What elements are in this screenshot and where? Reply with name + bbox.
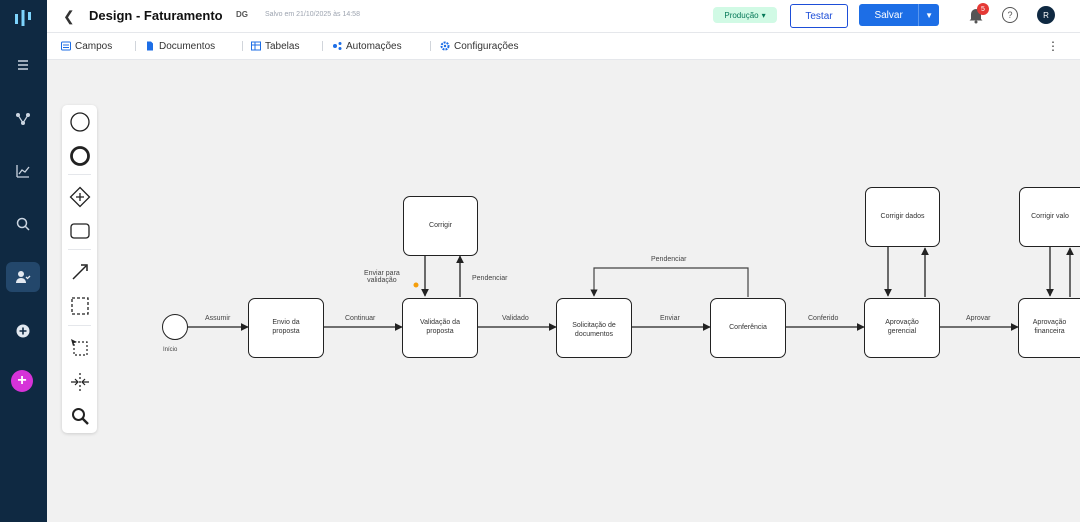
automation-icon xyxy=(332,41,342,51)
notification-count: 5 xyxy=(977,3,989,15)
start-event-tool-icon[interactable] xyxy=(67,109,92,134)
tab-documentos[interactable]: Documentos xyxy=(145,39,215,53)
group-tool-icon[interactable] xyxy=(67,293,92,318)
start-event[interactable] xyxy=(162,314,188,340)
task-aprovacao-gerencial[interactable]: Aprovação gerencial xyxy=(864,298,940,358)
save-label: Salvar xyxy=(874,9,903,21)
start-event-label: Início xyxy=(163,347,178,353)
tab-campos[interactable]: Campos xyxy=(61,39,112,53)
back-arrow-icon[interactable]: ❮ xyxy=(63,8,75,25)
flow-pendenciar xyxy=(590,267,749,297)
task-solicitacao-documentos[interactable]: Solicitação de documentos xyxy=(556,298,632,358)
page-title: Design - Faturamento xyxy=(89,8,223,23)
task-envio-proposta[interactable]: Envio da proposta xyxy=(248,298,324,358)
list-icon[interactable] xyxy=(12,54,34,76)
diagram-canvas[interactable] xyxy=(47,60,1080,522)
tab-label: Configurações xyxy=(454,40,519,52)
users-icon[interactable] xyxy=(12,266,34,288)
task-aprovacao-financeira[interactable]: Aprovação financeira xyxy=(1018,298,1080,358)
app-logo-icon[interactable] xyxy=(11,6,35,30)
left-navigation: + xyxy=(0,0,47,522)
document-icon xyxy=(145,41,155,51)
save-dropdown-icon[interactable]: ▼ xyxy=(918,4,939,26)
settings-icon xyxy=(440,41,450,51)
task-conferencia[interactable]: Conferência xyxy=(710,298,786,358)
table-icon xyxy=(251,41,261,51)
chevron-down-icon: ▾ xyxy=(761,10,766,20)
gateway-tool-icon[interactable] xyxy=(67,184,92,209)
flow-label-assumir: Assumir xyxy=(205,315,231,322)
flow-label-validado: Validado xyxy=(502,315,529,322)
workflow-icon[interactable] xyxy=(12,108,34,130)
flow-label-aprovar: Aprovar xyxy=(966,315,991,322)
task-validacao-proposta[interactable]: Validação da proposta xyxy=(402,298,478,358)
chart-icon[interactable] xyxy=(12,160,34,182)
connector-tool-icon[interactable] xyxy=(67,259,92,284)
tab-label: Campos xyxy=(75,40,113,52)
user-badge: DG xyxy=(236,10,248,19)
tool-palette xyxy=(62,105,97,433)
automation-marker-icon xyxy=(413,282,419,288)
tab-tabelas[interactable]: Tabelas xyxy=(251,39,299,53)
end-event-tool-icon[interactable] xyxy=(67,143,92,168)
save-button[interactable]: Salvar ▼ xyxy=(859,4,939,26)
help-icon[interactable]: ? xyxy=(1002,7,1018,23)
tab-bar: Campos Documentos Tabelas Automações Con… xyxy=(47,33,1080,60)
tab-automacoes[interactable]: Automações xyxy=(332,39,402,53)
tab-label: Documentos xyxy=(159,40,216,52)
fields-icon xyxy=(61,41,71,51)
environment-select[interactable]: Produção ▾ xyxy=(713,7,777,23)
space-tool-icon[interactable] xyxy=(67,369,92,394)
more-options-icon[interactable]: ⋮ xyxy=(1047,39,1059,53)
task-tool-icon[interactable] xyxy=(67,218,92,243)
zoom-tool-icon[interactable] xyxy=(67,403,92,428)
tab-configuracoes[interactable]: Configurações xyxy=(440,39,518,53)
flow-label-pendenciar-conferencia: Pendenciar xyxy=(651,256,687,263)
flow-label-continuar: Continuar xyxy=(345,315,376,322)
flow-label-enviar-validacao: Enviar para validação xyxy=(364,270,400,284)
avatar[interactable]: R xyxy=(1037,6,1055,24)
environment-label: Produção xyxy=(724,10,759,20)
test-button[interactable]: Testar xyxy=(790,4,848,28)
select-tool-icon[interactable] xyxy=(67,335,92,360)
search-icon[interactable] xyxy=(12,213,34,235)
task-corrigir[interactable]: Corrigir xyxy=(403,196,478,256)
flow-label-pendenciar: Pendenciar xyxy=(472,275,508,282)
task-corrigir-valor[interactable]: Corrigir valo xyxy=(1019,187,1080,247)
flow-label-enviar: Enviar xyxy=(660,315,680,322)
saved-timestamp: Salvo em 21/10/2025 às 14:58 xyxy=(265,11,360,18)
create-button[interactable]: + xyxy=(11,370,33,392)
top-bar: ❮ Design - Faturamento DG Salvo em 21/10… xyxy=(47,0,1080,33)
task-corrigir-dados[interactable]: Corrigir dados xyxy=(865,187,940,247)
flow-label-conferido: Conferido xyxy=(808,315,839,322)
tab-label: Tabelas xyxy=(265,40,300,52)
add-circle-icon[interactable] xyxy=(12,320,34,342)
tab-label: Automações xyxy=(346,40,402,52)
